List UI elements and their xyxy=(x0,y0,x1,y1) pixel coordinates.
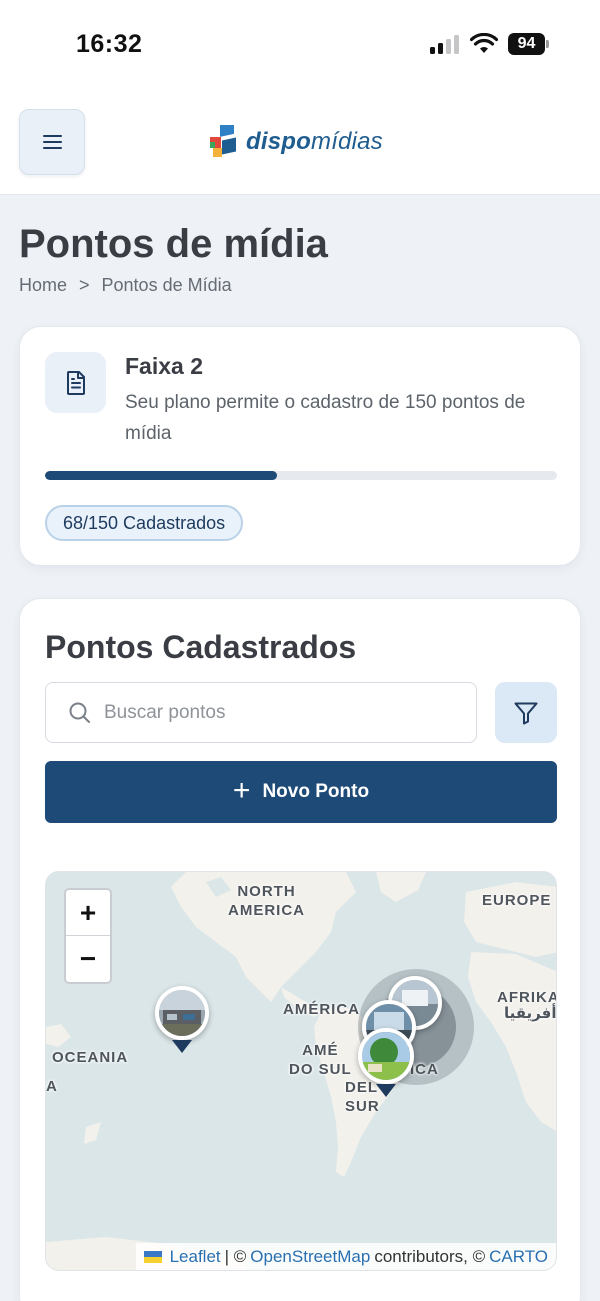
cellular-signal-icon xyxy=(430,34,462,54)
hamburger-icon xyxy=(42,135,62,149)
breadcrumb-separator: > xyxy=(79,275,90,295)
breadcrumb: Home > Pontos de Mídia xyxy=(19,275,232,296)
map-attribution: Leaflet | © OpenStreetMap contributors, … xyxy=(135,1243,556,1270)
logo: dispomídias xyxy=(210,122,383,162)
plan-description: Seu plano permite o cadastro de 150 pont… xyxy=(125,392,526,444)
map-marker[interactable] xyxy=(358,1028,414,1104)
zoom-out-button[interactable]: − xyxy=(66,936,110,982)
map-zoom-control: + − xyxy=(64,888,112,984)
section-title: Pontos Cadastrados xyxy=(45,629,357,665)
map-label-europe: EUROPE xyxy=(482,892,552,909)
map-marker[interactable] xyxy=(155,986,209,1056)
zoom-in-button[interactable]: + xyxy=(66,890,110,936)
search-icon xyxy=(69,702,90,723)
points-card: Pontos Cadastrados + Novo Ponto xyxy=(19,598,581,1301)
map-label-south-america-2: ICA xyxy=(410,1061,439,1078)
plan-card: Faixa 2 Seu plano permite o cadastro de … xyxy=(19,326,581,566)
attribution-contributors: contributors, © xyxy=(374,1247,486,1266)
carto-link[interactable]: CARTO xyxy=(489,1243,548,1270)
marker-photo xyxy=(155,986,209,1040)
map-label-oceania: OCEANIA xyxy=(52,1049,129,1066)
document-icon xyxy=(66,370,85,395)
marker-pin xyxy=(172,1040,192,1053)
map-label-oceania-cut: A xyxy=(46,1078,58,1095)
battery-icon: 94 xyxy=(508,33,550,55)
map[interactable]: NORTH AMERICA EUROPE AMÉRICA AFRIKA أفري… xyxy=(45,871,557,1271)
breadcrumb-current: Pontos de Mídia xyxy=(101,275,232,295)
marker-photo xyxy=(358,1028,414,1084)
battery-level: 94 xyxy=(508,33,545,55)
new-point-label: Novo Ponto xyxy=(262,781,370,802)
map-label-america: AMÉRICA xyxy=(283,1001,360,1018)
logo-text: dispomídias xyxy=(246,128,383,155)
plan-progress-bar xyxy=(45,471,557,480)
filter-icon xyxy=(514,702,538,724)
wifi-icon xyxy=(470,33,498,53)
plan-count-badge: 68/150 Cadastrados xyxy=(45,505,244,541)
attribution-sep: | © xyxy=(224,1247,247,1266)
leaflet-link[interactable]: Leaflet xyxy=(170,1243,221,1270)
app-header: dispomídias xyxy=(0,92,600,195)
marker-pin xyxy=(376,1084,396,1097)
map-label-north-america: NORTH AMERICA xyxy=(228,883,305,919)
page-title: Pontos de mídia xyxy=(19,222,328,266)
plan-icon-box xyxy=(45,352,106,413)
status-bar: 16:32 94 xyxy=(0,0,600,92)
plan-progress-fill xyxy=(45,471,277,480)
new-point-button[interactable]: + Novo Ponto xyxy=(45,761,557,823)
plus-icon: + xyxy=(232,773,251,807)
search-field[interactable] xyxy=(45,682,477,743)
status-time: 16:32 xyxy=(76,30,143,58)
plan-name: Faixa 2 xyxy=(125,353,203,379)
logo-mark-icon xyxy=(210,125,236,157)
filter-button[interactable] xyxy=(495,682,557,743)
map-label-afrika-arabic: أفريقيا xyxy=(504,1005,557,1022)
menu-button[interactable] xyxy=(19,109,85,175)
search-input[interactable] xyxy=(104,683,464,742)
osm-link[interactable]: OpenStreetMap xyxy=(250,1243,370,1270)
breadcrumb-home[interactable]: Home xyxy=(19,275,67,296)
ukraine-flag-icon xyxy=(143,1250,162,1263)
map-label-south-america: AMÉ DO SUL xyxy=(289,1042,352,1078)
